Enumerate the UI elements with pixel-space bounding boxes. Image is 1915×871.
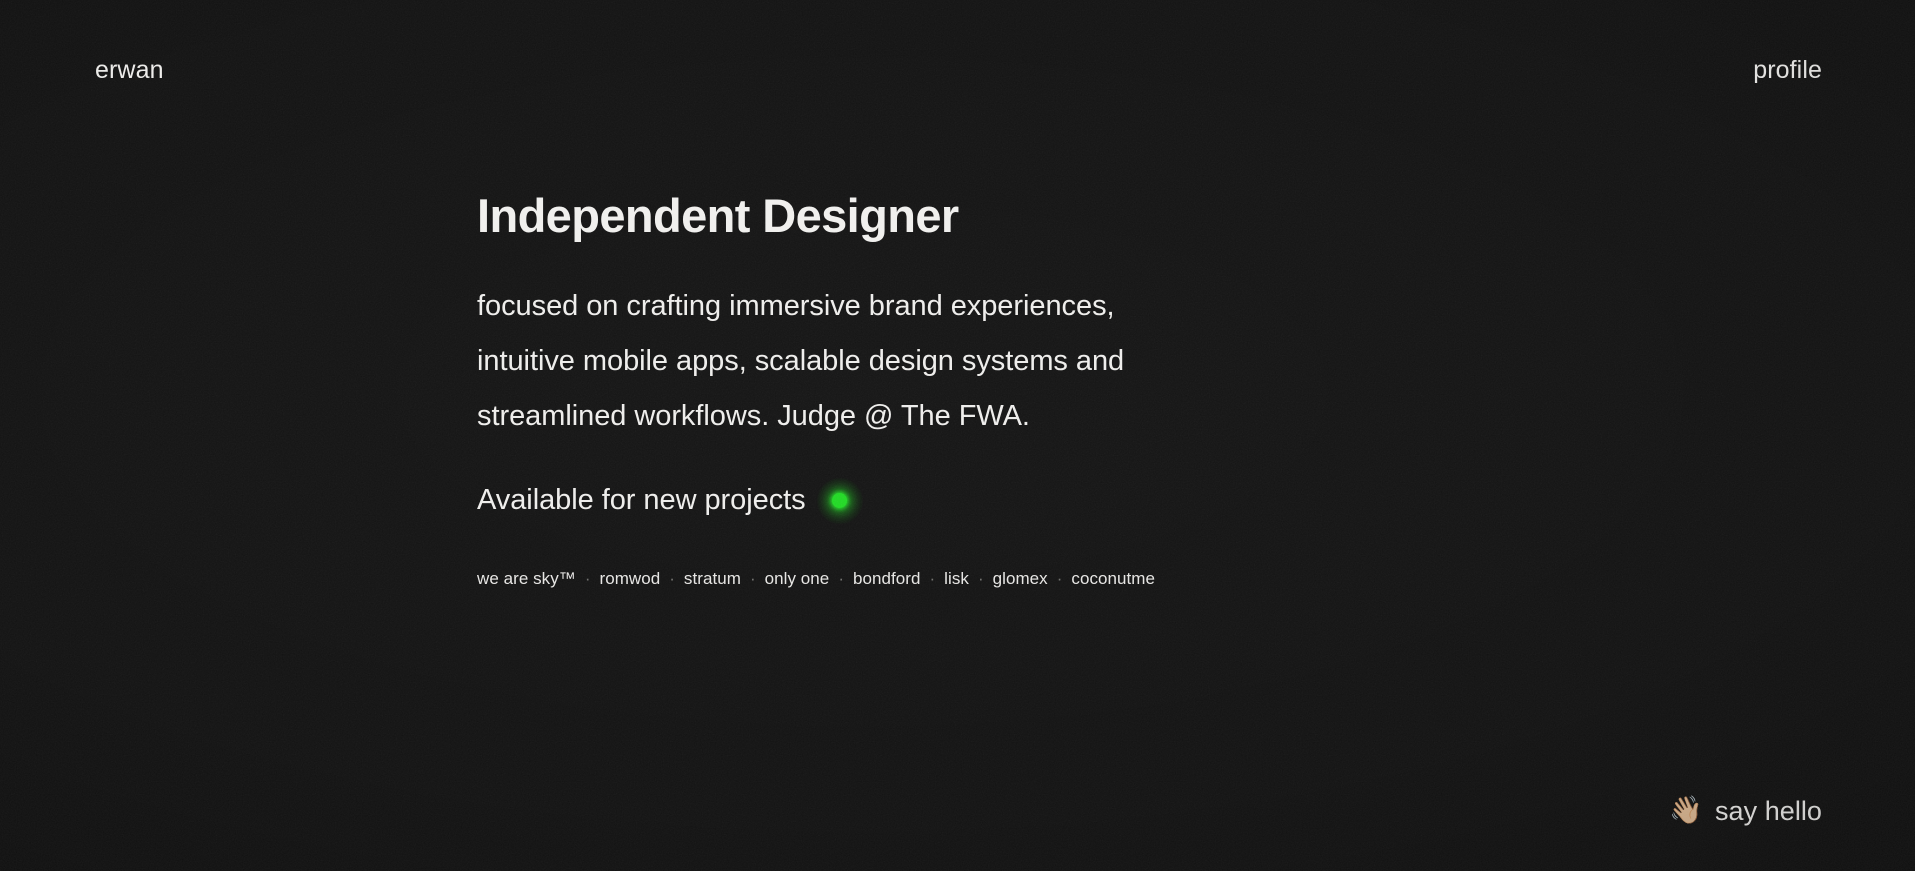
client-separator: · (929, 568, 936, 588)
client-link[interactable]: bondford (853, 570, 921, 587)
say-hello-label: say hello (1714, 796, 1822, 826)
client-link[interactable]: romwod (599, 570, 660, 587)
page-root: erwan profile Independent Designer focus… (0, 0, 1915, 871)
status-dot-icon (832, 493, 848, 509)
intro-line-3: streamlined workflows. Judge @ The FWA. (477, 399, 1030, 432)
page-title: Independent Designer (477, 189, 959, 242)
site-header: erwan profile (0, 0, 1915, 150)
client-link[interactable]: stratum (684, 570, 741, 587)
status-indicator (816, 477, 863, 524)
client-separator: · (838, 568, 844, 588)
intro-line-2: intuitive mobile apps, scalable design s… (477, 344, 1125, 377)
availability-label: Available for new projects (477, 484, 806, 517)
client-separator: · (584, 568, 591, 588)
client-separator: · (749, 568, 756, 588)
availability-status: Available for new projects (477, 444, 1407, 524)
client-link[interactable]: only one (765, 570, 830, 587)
client-link[interactable]: lisk (944, 570, 969, 587)
waving-hand-icon: 👋🏼 (1669, 795, 1703, 825)
client-separator: · (1056, 568, 1063, 588)
client-link[interactable]: coconutme (1071, 570, 1155, 587)
brand-logo[interactable]: erwan (95, 58, 164, 83)
client-link[interactable]: we are sky™ (477, 570, 576, 587)
client-separator: · (977, 568, 984, 588)
say-hello-button[interactable]: 👋🏼 say hello (1669, 795, 1822, 826)
client-list: we are sky™ · romwod · stratum · only one · bond… (477, 518, 1407, 587)
main-content: Independent Designer focused on crafting… (477, 189, 1407, 587)
nav-link-profile[interactable]: profile (1753, 58, 1822, 83)
intro-line-1: focused on crafting immersive brand expe… (477, 289, 1115, 322)
client-separator: · (669, 568, 675, 588)
client-link[interactable]: glomex (993, 570, 1048, 587)
intro-paragraph: focused on crafting immersive brand expe… (477, 243, 1357, 444)
